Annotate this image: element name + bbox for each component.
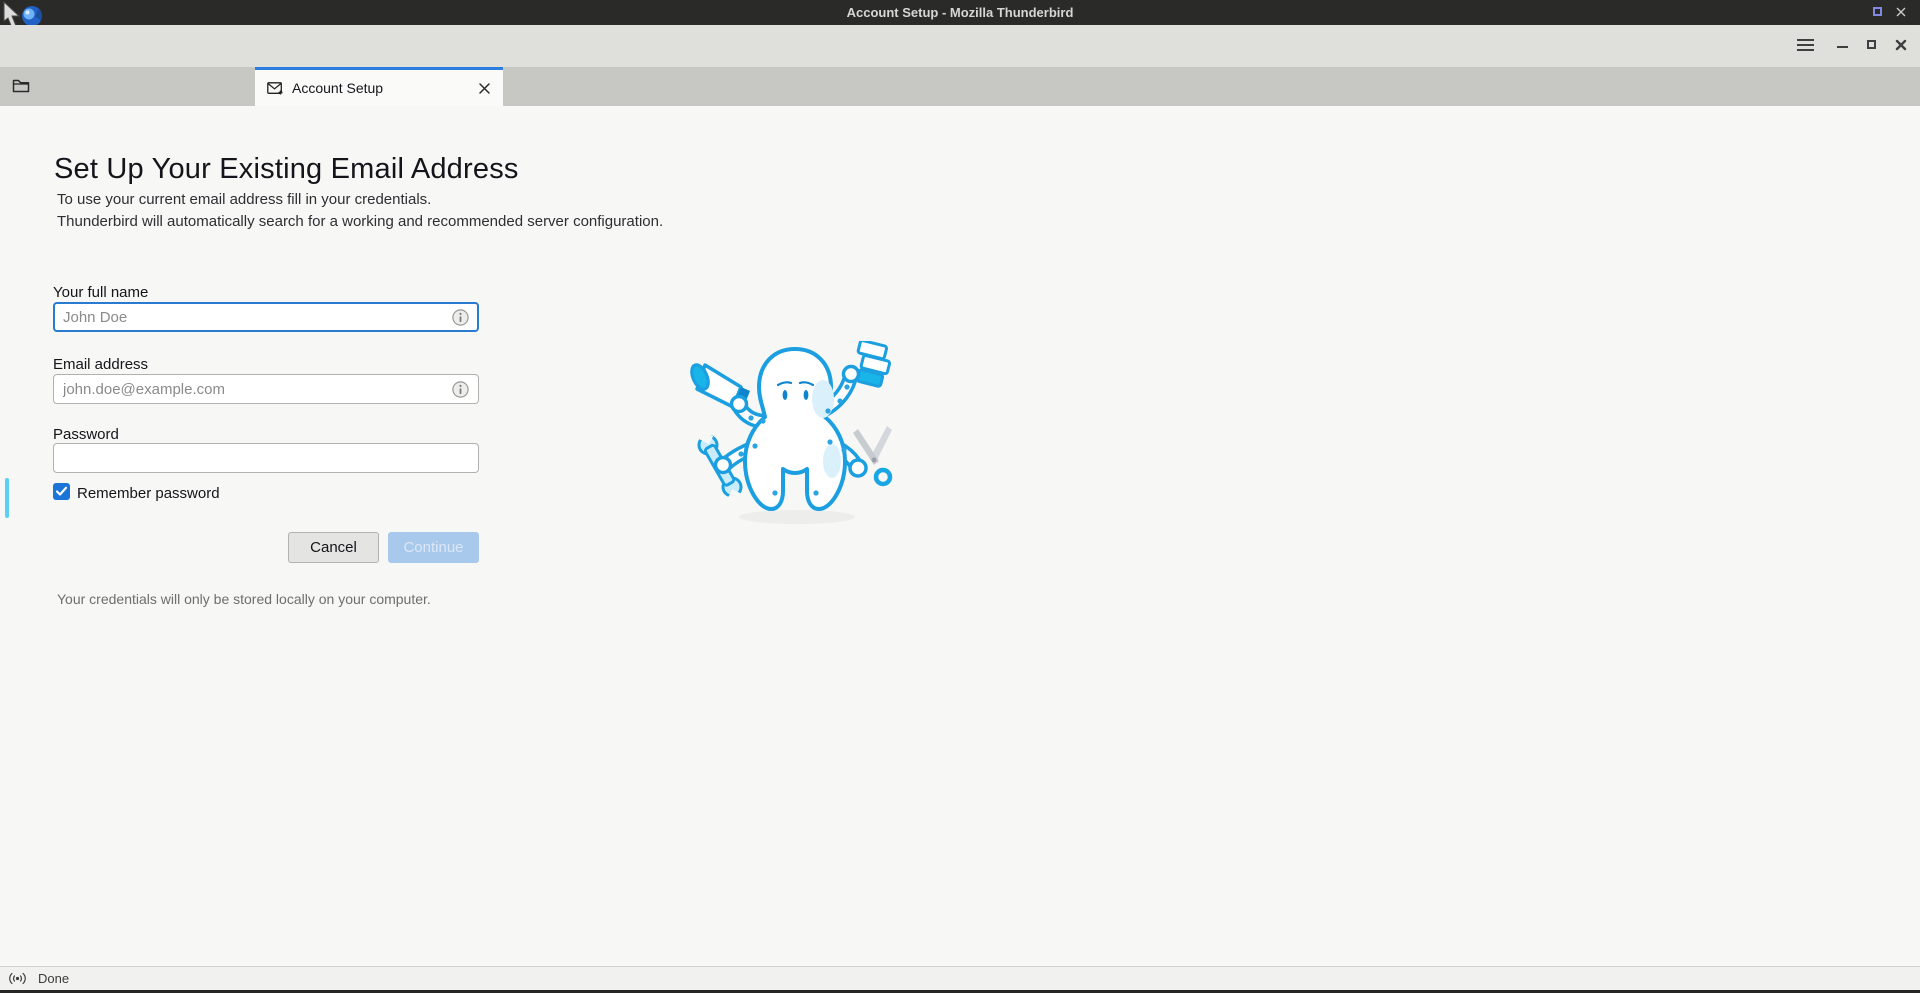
tickets-icon xyxy=(855,341,892,388)
email-info-icon[interactable] xyxy=(452,381,469,398)
fullname-label: Your full name xyxy=(53,284,149,301)
password-label: Password xyxy=(53,426,119,443)
account-setup-envelope-icon xyxy=(267,81,283,94)
continue-button[interactable]: Continue xyxy=(388,532,479,563)
maximize-icon[interactable] xyxy=(1867,40,1876,49)
remember-password-label[interactable]: Remember password xyxy=(77,485,220,502)
subtitle-line-2: Thunderbird will automatically search fo… xyxy=(57,213,664,230)
email-label: Email address xyxy=(53,356,149,373)
minimize-icon[interactable] xyxy=(1837,46,1848,48)
remember-checkbox[interactable] xyxy=(53,483,70,500)
window-close-icon[interactable] xyxy=(1895,6,1907,18)
broadcast-icon xyxy=(9,972,26,985)
status-bar: Done xyxy=(0,966,1920,990)
highlight-strip xyxy=(5,478,9,518)
close-icon[interactable] xyxy=(1894,38,1908,52)
window-restore-icon[interactable] xyxy=(1873,7,1882,16)
spaces-folder-icon[interactable] xyxy=(12,78,30,94)
checkmark-icon xyxy=(55,486,68,496)
fullname-input[interactable] xyxy=(53,302,479,332)
hamburger-menu-icon[interactable] xyxy=(1797,39,1814,52)
page-title: Set Up Your Existing Email Address xyxy=(54,153,519,185)
fullname-info-icon[interactable] xyxy=(452,309,469,326)
tab-bar: Account Setup xyxy=(0,67,1920,106)
app-toolbar xyxy=(0,25,1920,67)
email-input[interactable] xyxy=(53,374,479,404)
page-subtitle: To use your current email address fill i… xyxy=(57,189,663,233)
cancel-button[interactable]: Cancel xyxy=(288,532,379,563)
thunderbird-octopus-mascot xyxy=(690,341,893,524)
window-titlebar: Account Setup - Mozilla Thunderbird xyxy=(0,0,1920,29)
password-input[interactable] xyxy=(53,443,479,473)
privacy-note: Your credentials will only be stored loc… xyxy=(57,591,431,607)
tab-account-setup[interactable]: Account Setup xyxy=(255,67,503,106)
tab-label: Account Setup xyxy=(292,80,384,96)
subtitle-line-1: To use your current email address fill i… xyxy=(57,191,432,208)
thunderbird-window: Account Setup - Mozilla Thunderbird Acco… xyxy=(0,0,1920,993)
window-title: Account Setup - Mozilla Thunderbird xyxy=(846,5,1074,20)
status-text: Done xyxy=(38,971,70,986)
tab-close-icon[interactable] xyxy=(478,82,491,95)
